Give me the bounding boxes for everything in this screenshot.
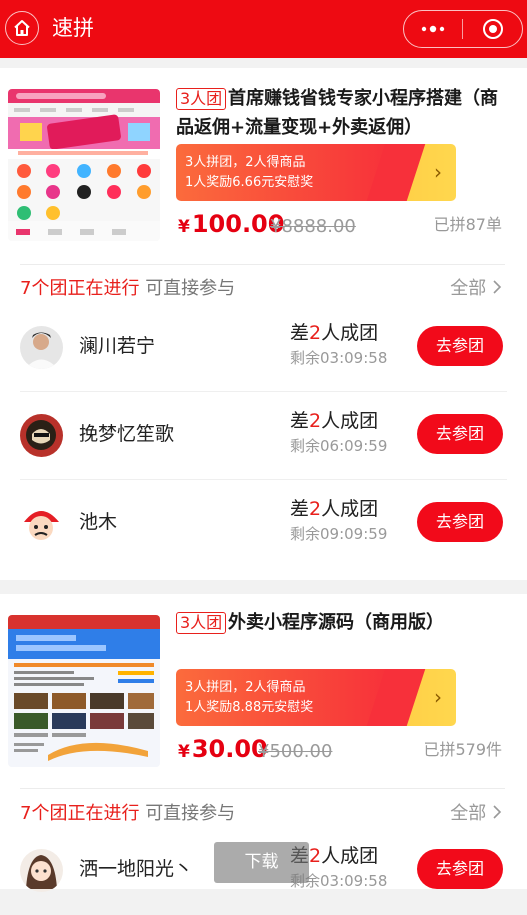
target-close-icon [482, 19, 503, 39]
product-card: 3人团 首席赚钱省钱专家小程序搭建（商品返佣+流量变现+外卖返佣） 3人拼团，2… [0, 68, 527, 580]
currency-symbol: ¥ [178, 742, 190, 762]
join-group-button[interactable]: 去参团 [417, 849, 503, 889]
group-rule-banner[interactable]: 3人拼团，2人得商品 1人奖励6.66元安慰奖 › [176, 144, 456, 201]
group-price: ¥100.00 [178, 210, 284, 241]
group-leader-name: 池木 [79, 511, 118, 533]
group-row: 池木 差2人成团 剩余09:09:59 去参团 [0, 480, 527, 568]
group-leader-name: 挽梦忆笙歌 [79, 423, 175, 445]
avatar [20, 502, 63, 545]
divider [20, 788, 505, 789]
time-remaining: 剩余03:09:58 [290, 349, 388, 367]
product-image[interactable] [8, 89, 160, 241]
join-group-button[interactable]: 去参团 [417, 326, 503, 366]
download-button[interactable]: 下载 [214, 842, 309, 883]
avatar [20, 849, 63, 892]
view-all-link[interactable]: 全部 [450, 801, 502, 827]
members-needed: 差2人成团 [290, 408, 378, 434]
need-count: 2 [309, 845, 322, 867]
need-suffix: 人成团 [321, 322, 379, 344]
chevron-right-icon [493, 805, 502, 819]
group-rule-banner[interactable]: 3人拼团，2人得商品 1人奖励8.88元安慰奖 › [176, 669, 456, 726]
banner-reward-text: 1人奖励6.66元安慰奖 [185, 175, 314, 190]
ongoing-count: 7个团正在进行 [20, 803, 140, 824]
original-price: ¥8888.00 [270, 216, 356, 237]
currency-symbol: ¥ [178, 217, 190, 237]
banner-rule-text: 3人拼团，2人得商品 [185, 155, 306, 170]
need-suffix: 人成团 [321, 845, 379, 867]
chevron-right-icon: › [434, 160, 442, 184]
ongoing-hint: 可直接参与 [145, 803, 236, 824]
price-value: 30.00 [191, 735, 268, 763]
need-prefix: 差 [290, 322, 310, 344]
group-leader-name: 洒一地阳光丶 [79, 858, 194, 880]
ongoing-hint: 可直接参与 [145, 278, 236, 299]
original-price: ¥500.00 [258, 741, 333, 762]
need-suffix: 人成团 [321, 410, 379, 432]
view-all-label: 全部 [450, 803, 487, 824]
need-prefix: 差 [290, 410, 310, 432]
more-button[interactable] [404, 11, 462, 47]
banner-reward-text: 1人奖励8.88元安慰奖 [185, 700, 314, 715]
page-title: 速拼 [52, 16, 94, 40]
need-count: 2 [309, 410, 322, 432]
sold-count: 已拼87单 [433, 215, 502, 234]
time-remaining: 剩余06:09:59 [290, 437, 388, 455]
sold-count: 已拼579件 [423, 740, 502, 759]
group-leader-name: 澜川若宁 [79, 335, 156, 357]
avatar [20, 326, 63, 369]
join-group-button[interactable]: 去参团 [417, 414, 503, 454]
banner-rule-text: 3人拼团，2人得商品 [185, 680, 306, 695]
time-remaining: 剩余09:09:59 [290, 525, 388, 543]
product-title[interactable]: 外卖小程序源码（商用版） [176, 608, 511, 637]
join-group-button[interactable]: 去参团 [417, 502, 503, 542]
group-row: 挽梦忆笙歌 差2人成团 剩余06:09:59 去参团 [0, 392, 527, 480]
ongoing-groups-label: 7个团正在进行 可直接参与 [20, 801, 235, 827]
top-bar: 速拼 [0, 0, 527, 58]
home-button[interactable] [5, 11, 39, 45]
chevron-right-icon [493, 280, 502, 294]
members-needed: 差2人成团 [290, 320, 378, 346]
view-all-label: 全部 [450, 278, 487, 299]
product-title[interactable]: 首席赚钱省钱专家小程序搭建（商品返佣+流量变现+外卖返佣） [176, 84, 511, 142]
avatar [20, 414, 63, 457]
group-row: 澜川若宁 差2人成团 剩余03:09:58 去参团 [0, 304, 527, 392]
ongoing-groups-label: 7个团正在进行 可直接参与 [20, 276, 235, 302]
need-prefix: 差 [290, 498, 310, 520]
view-all-link[interactable]: 全部 [450, 276, 502, 302]
members-needed: 差2人成团 [290, 496, 378, 522]
group-price: ¥30.00 [178, 735, 268, 766]
need-count: 2 [309, 498, 322, 520]
product-image[interactable] [8, 615, 160, 767]
close-button[interactable] [463, 11, 522, 47]
more-dots-icon [421, 25, 445, 33]
chevron-right-icon: › [434, 685, 442, 709]
mini-program-capsule [403, 10, 523, 48]
ongoing-count: 7个团正在进行 [20, 278, 140, 299]
need-count: 2 [309, 322, 322, 344]
divider [20, 264, 505, 265]
need-suffix: 人成团 [321, 498, 379, 520]
home-icon [14, 20, 30, 36]
